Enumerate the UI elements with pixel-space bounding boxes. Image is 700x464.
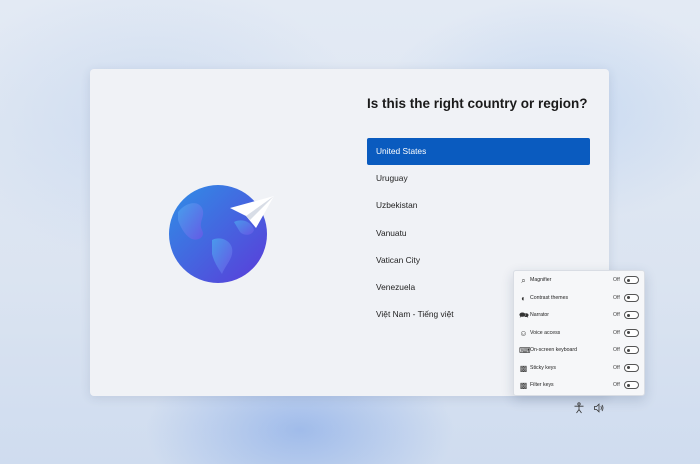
voice-access-icon: ☺ bbox=[519, 328, 528, 338]
a11y-state: Off bbox=[613, 364, 620, 371]
a11y-row-filter-keys[interactable]: ▩ Filter keys Off bbox=[514, 379, 644, 393]
a11y-state: Off bbox=[613, 347, 620, 353]
voice-access-toggle[interactable] bbox=[624, 328, 639, 337]
globe-plane-illustration bbox=[169, 185, 274, 283]
volume-icon[interactable] bbox=[593, 402, 605, 414]
a11y-row-keyboard[interactable]: ⌨ On-screen keyboard Off bbox=[514, 344, 644, 358]
filter-keys-toggle[interactable] bbox=[624, 381, 639, 389]
narrator-toggle[interactable] bbox=[624, 311, 639, 319]
a11y-state: Off bbox=[613, 329, 620, 336]
a11y-state: Off bbox=[613, 294, 620, 301]
magnifier-toggle[interactable] bbox=[624, 276, 639, 284]
a11y-label: Filter keys bbox=[530, 382, 554, 388]
country-item-united-states[interactable]: United States bbox=[367, 138, 590, 166]
accessibility-flyout: ⌕ Magnifier Off ◐ Contrast themes Off 🗪 … bbox=[513, 270, 645, 396]
a11y-row-magnifier[interactable]: ⌕ Magnifier Off bbox=[514, 274, 644, 288]
a11y-row-sticky-keys[interactable]: ▩ Sticky keys Off bbox=[514, 362, 644, 376]
a11y-label: On-screen keyboard bbox=[530, 347, 577, 353]
page-title: Is this the right country or region? bbox=[367, 96, 588, 111]
a11y-row-narrator[interactable]: 🗪 Narrator Off bbox=[514, 309, 644, 323]
accessibility-icon[interactable] bbox=[573, 402, 585, 414]
contrast-icon: ◐ bbox=[521, 293, 526, 303]
keyboard-icon: ⌨ bbox=[519, 346, 531, 355]
country-item-vanuatu[interactable]: Vanuatu bbox=[367, 220, 590, 247]
magnifier-icon: ⌕ bbox=[521, 276, 526, 285]
contrast-toggle[interactable] bbox=[624, 293, 639, 302]
keyboard-toggle[interactable] bbox=[624, 346, 639, 354]
a11y-state: Off bbox=[613, 277, 620, 283]
country-item-uruguay[interactable]: Uruguay bbox=[367, 165, 590, 192]
a11y-label: Contrast themes bbox=[530, 294, 569, 301]
narrator-icon: 🗪 bbox=[519, 311, 529, 320]
a11y-state: Off bbox=[613, 382, 620, 388]
a11y-label: Voice access bbox=[530, 329, 561, 336]
a11y-state: Off bbox=[613, 312, 620, 318]
a11y-label: Narrator bbox=[530, 312, 550, 318]
country-item-uzbekistan[interactable]: Uzbekistan bbox=[367, 192, 590, 219]
a11y-row-voice-access[interactable]: ☺ Voice access Off bbox=[514, 327, 644, 341]
filter-keys-icon: ▩ bbox=[519, 381, 528, 390]
globe-icon bbox=[169, 185, 267, 283]
sticky-keys-toggle[interactable] bbox=[624, 363, 639, 372]
a11y-label: Sticky keys bbox=[530, 364, 556, 371]
sticky-keys-icon: ▩ bbox=[519, 363, 528, 373]
a11y-row-contrast[interactable]: ◐ Contrast themes Off bbox=[514, 292, 644, 306]
a11y-label: Magnifier bbox=[530, 277, 552, 283]
